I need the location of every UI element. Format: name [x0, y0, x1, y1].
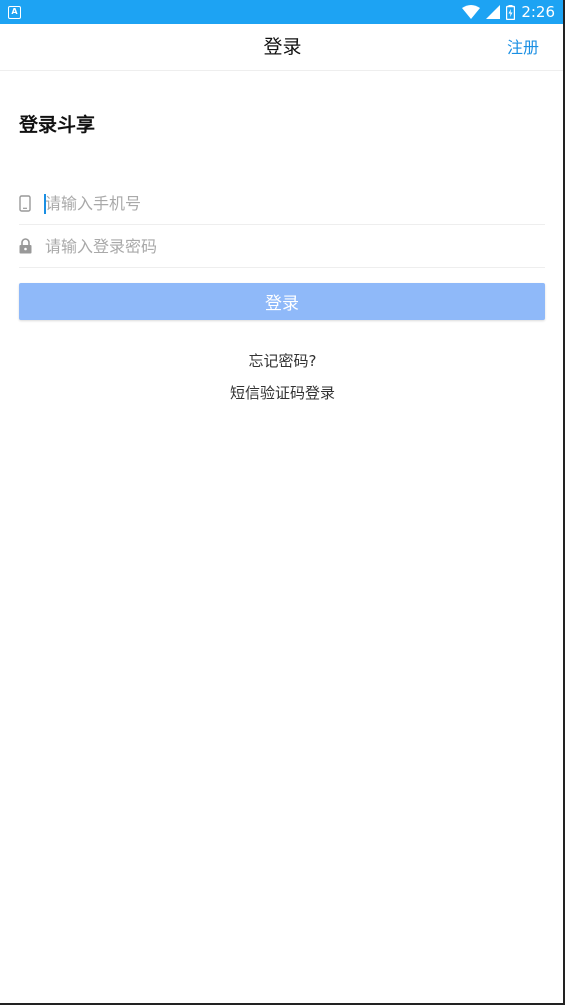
status-left: A	[8, 5, 21, 19]
status-right: 2:26	[462, 3, 555, 21]
status-bar: A 2:26	[0, 0, 565, 24]
wifi-icon	[462, 5, 481, 19]
status-time: 2:26	[521, 3, 555, 21]
register-button[interactable]: 注册	[507, 24, 539, 71]
phone-input[interactable]	[45, 188, 525, 218]
phone-field-row	[19, 182, 545, 225]
signal-icon	[486, 5, 501, 19]
login-heading: 登录斗享	[19, 114, 96, 136]
login-button[interactable]: 登录	[19, 283, 545, 320]
forgot-password-link[interactable]: 忘记密码?	[0, 350, 565, 371]
sms-login-link[interactable]: 短信验证码登录	[0, 382, 565, 403]
title-bar: 登录 注册	[0, 24, 565, 71]
battery-icon	[506, 4, 516, 20]
text-cursor	[44, 194, 46, 214]
password-field-row	[19, 225, 545, 268]
screen-frame	[0, 0, 565, 1005]
app-notification-icon: A	[8, 5, 21, 19]
password-input[interactable]	[45, 231, 525, 261]
lock-icon	[19, 238, 45, 254]
page-title: 登录	[263, 36, 302, 58]
phone-icon	[19, 194, 45, 212]
